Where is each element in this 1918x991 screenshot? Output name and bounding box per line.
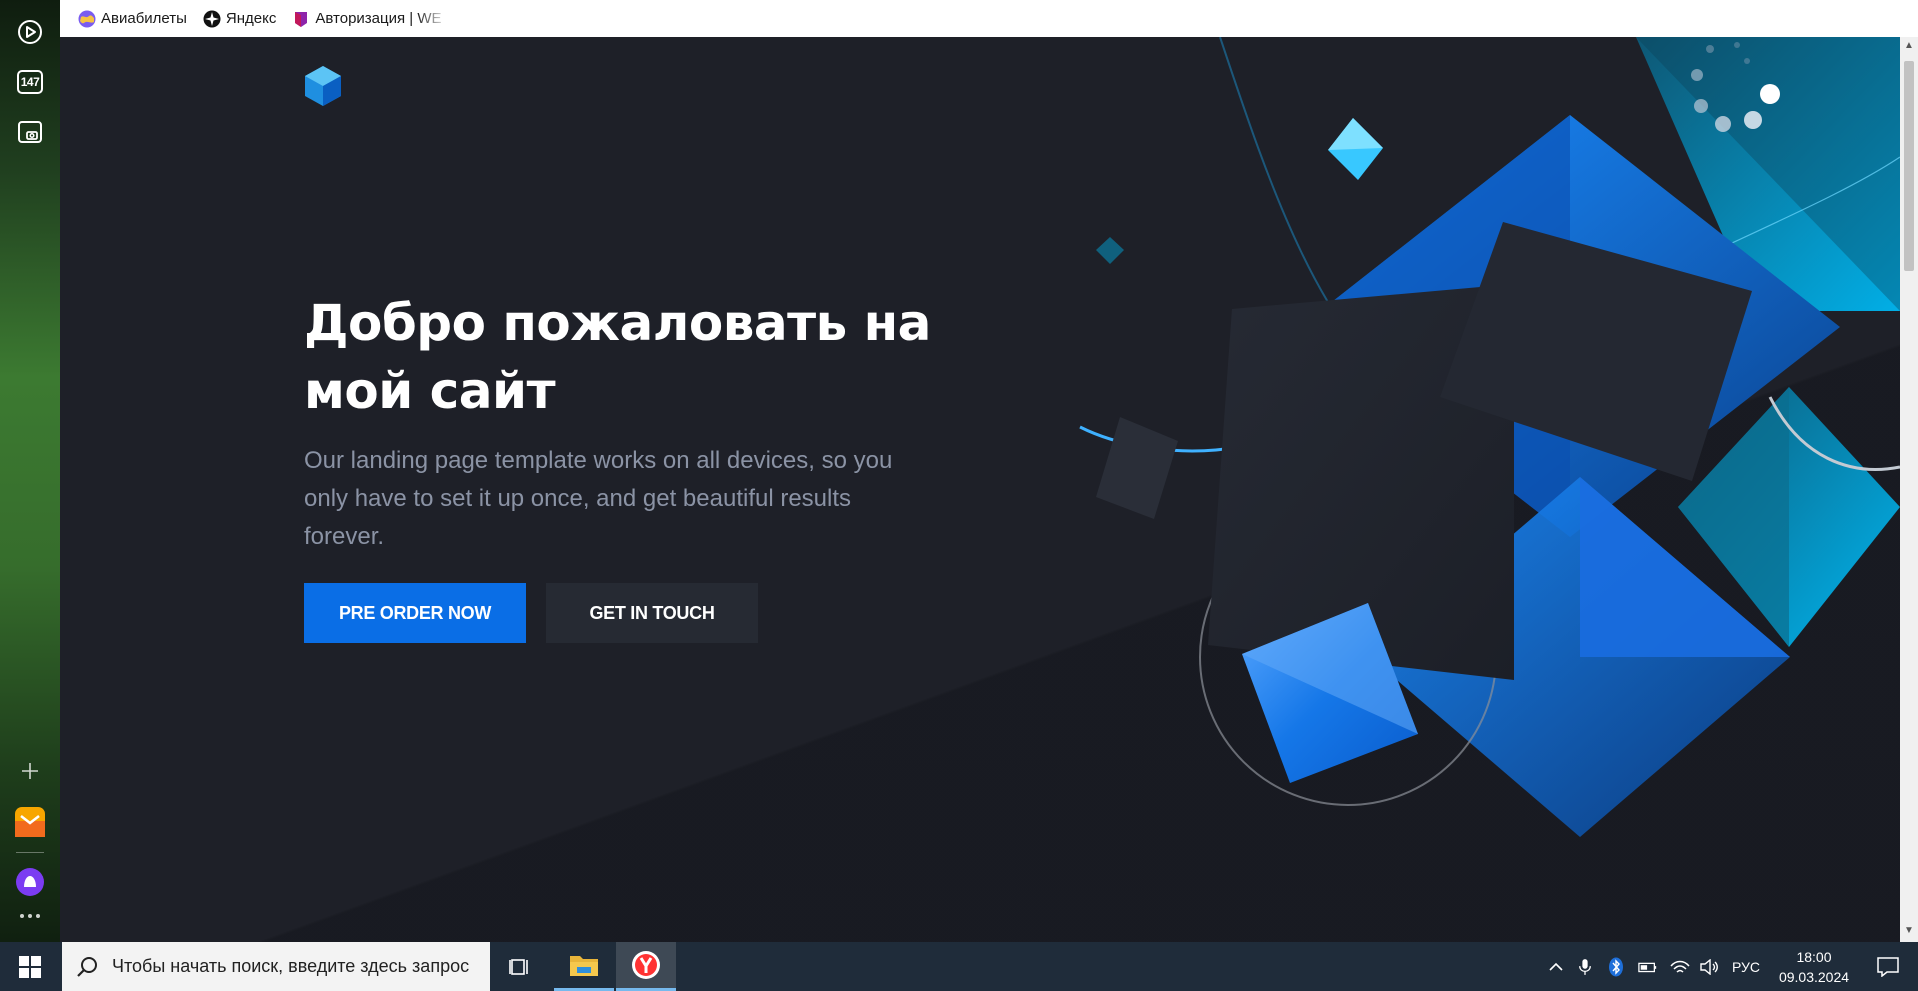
- site-logo[interactable]: [304, 65, 342, 107]
- landing-page: Добро пожаловать на мой сайт Our landing…: [60, 37, 1900, 942]
- mail-icon[interactable]: [14, 806, 46, 838]
- bookmark-label: Авиабилеты: [101, 10, 187, 27]
- yandex-icon: [203, 10, 221, 27]
- sidebar-divider: [16, 852, 44, 853]
- search-placeholder: Чтобы начать поиск, введите здесь запрос: [112, 956, 470, 976]
- scroll-up-icon[interactable]: ▲: [1904, 41, 1914, 51]
- globe-icon: [78, 10, 96, 27]
- volume-icon[interactable]: [1700, 942, 1720, 991]
- taskbar-search[interactable]: Чтобы начать поиск, введите здесь запрос: [62, 942, 490, 991]
- clock[interactable]: 18:00 09.03.2024: [1772, 942, 1856, 991]
- bluetooth-icon[interactable]: [1608, 942, 1624, 991]
- task-view-icon: [509, 958, 528, 975]
- windows-icon: [19, 955, 41, 978]
- clock-date: 09.03.2024: [1778, 968, 1850, 985]
- scroll-thumb[interactable]: [1904, 61, 1914, 271]
- pre-order-button[interactable]: PRE ORDER NOW: [304, 583, 526, 643]
- start-button[interactable]: [0, 942, 60, 991]
- bookmark-label: Авторизация | WE: [315, 10, 442, 27]
- clock-time: 18:00: [1796, 948, 1832, 965]
- language-indicator[interactable]: РУС: [1732, 942, 1760, 991]
- page-scrollbar[interactable]: ▲ ▼: [1900, 37, 1918, 942]
- hero-title: Добро пожаловать на мой сайт: [304, 289, 1004, 425]
- play-icon[interactable]: [14, 16, 46, 48]
- windows-taskbar: Чтобы начать поиск, введите здесь запрос…: [0, 942, 1918, 991]
- hero-title-line2: мой сайт: [304, 362, 556, 420]
- auth-icon: [295, 11, 308, 27]
- counter-badge-label: 147: [17, 70, 43, 94]
- add-icon[interactable]: [14, 755, 46, 787]
- yandex-browser-icon: [632, 951, 660, 979]
- get-in-touch-button[interactable]: GET IN TOUCH: [546, 583, 758, 643]
- screenshot-icon[interactable]: [14, 116, 46, 148]
- bookmark-aviabilety[interactable]: Авиабилеты: [78, 10, 187, 28]
- hero-description: Our landing page template works on all d…: [304, 447, 893, 550]
- task-view-button[interactable]: [490, 942, 550, 991]
- folder-icon: [570, 956, 598, 976]
- bookmark-label: Яндекс: [225, 10, 277, 27]
- yandex-browser-button[interactable]: [616, 942, 676, 991]
- scroll-down-icon[interactable]: ▼: [1904, 926, 1914, 936]
- search-icon: [77, 956, 97, 977]
- wifi-icon[interactable]: [1670, 942, 1690, 991]
- bookmark-auth[interactable]: Авторизация | WE: [292, 10, 442, 28]
- more-icon[interactable]: [14, 904, 46, 928]
- microphone-icon[interactable]: [1578, 942, 1592, 991]
- file-explorer-button[interactable]: [554, 942, 614, 991]
- bookmarks-bar: Авиабилеты Яндекс Авторизация | WE: [60, 0, 1918, 37]
- hero-title-line1: Добро пожаловать на: [304, 294, 931, 352]
- tray-expand-icon[interactable]: [1548, 942, 1564, 991]
- bookmark-yandex[interactable]: Яндекс: [203, 10, 276, 28]
- browser-sidebar: 147: [0, 0, 60, 942]
- hero-illustration: [1079, 37, 1900, 837]
- alice-icon[interactable]: [14, 866, 46, 898]
- battery-icon[interactable]: [1638, 942, 1658, 991]
- notifications-icon[interactable]: [1868, 942, 1908, 991]
- counter-badge[interactable]: 147: [14, 66, 46, 98]
